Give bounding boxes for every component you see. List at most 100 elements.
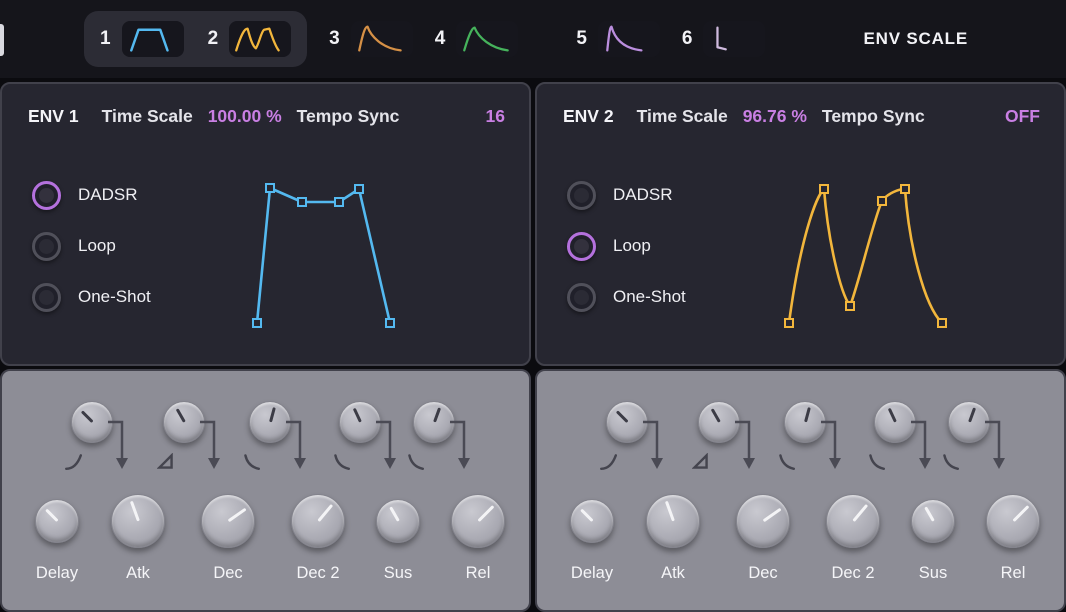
delay-knob[interactable] xyxy=(570,499,614,543)
delay-knob[interactable] xyxy=(35,499,79,543)
time-scale-label: Time Scale xyxy=(637,106,728,127)
env1-knob-panel: Delay Atk Dec Dec 2 Sus Rel xyxy=(0,369,531,612)
env-tab-1-number: 1 xyxy=(100,28,111,50)
radio-icon[interactable] xyxy=(32,232,61,261)
decay-knob-label: Dec xyxy=(748,564,777,583)
radio-icon[interactable] xyxy=(567,181,596,210)
active-env-tab-group: 1 2 xyxy=(84,11,307,67)
mode-one-shot-label: One-Shot xyxy=(613,287,686,307)
time-scale-value[interactable]: 100.00 % xyxy=(208,106,282,127)
env-tab-2-number: 2 xyxy=(208,28,219,50)
radio-icon[interactable] xyxy=(32,181,61,210)
mode-loop[interactable]: Loop xyxy=(32,231,151,261)
curve-shape-icon xyxy=(65,453,83,471)
curve-shape-icon xyxy=(600,453,618,471)
sustain-knob[interactable] xyxy=(911,499,955,543)
attack-knob-label: Atk xyxy=(661,564,685,583)
tempo-sync-label: Tempo Sync xyxy=(297,106,400,127)
mod-route-arrow-icon xyxy=(734,414,760,474)
env1-panel: ENV 1 Time Scale 100.00 % Tempo Sync 16 … xyxy=(0,82,531,612)
env2-curve-display[interactable] xyxy=(772,170,962,342)
curve-shape-icon xyxy=(692,453,710,471)
decay-knob[interactable] xyxy=(201,494,255,548)
env-tab-5[interactable]: 5 xyxy=(576,21,660,57)
env2-mode-selector: DADSR Loop One-Shot xyxy=(567,180,686,312)
env-scale-control[interactable]: ENV SCALE xyxy=(864,29,969,49)
mode-one-shot[interactable]: One-Shot xyxy=(567,282,686,312)
mod-route-arrow-icon xyxy=(820,414,846,474)
decay2-knob-label: Dec 2 xyxy=(296,564,339,583)
mode-dadsr[interactable]: DADSR xyxy=(32,180,151,210)
left-edge-handle[interactable] xyxy=(0,24,4,56)
env-4-thumbnail-icon xyxy=(456,21,518,57)
env1-curve-display[interactable] xyxy=(237,170,427,342)
radio-icon[interactable] xyxy=(567,232,596,261)
mode-loop-label: Loop xyxy=(78,236,116,256)
env-tab-bar: 1 2 3 4 5 6 xyxy=(0,0,1066,78)
decay2-knob[interactable] xyxy=(826,494,880,548)
attack-knob[interactable] xyxy=(646,494,700,548)
mode-loop[interactable]: Loop xyxy=(567,231,686,261)
attack-knob[interactable] xyxy=(111,494,165,548)
mode-dadsr-label: DADSR xyxy=(78,185,138,205)
mode-dadsr-label: DADSR xyxy=(613,185,673,205)
env-2-thumbnail-icon xyxy=(229,21,291,57)
env-tab-4[interactable]: 4 xyxy=(435,21,519,57)
env-tab-2[interactable]: 2 xyxy=(208,21,292,57)
release-knob[interactable] xyxy=(986,494,1040,548)
env-tab-4-number: 4 xyxy=(435,28,446,50)
decay2-knob[interactable] xyxy=(291,494,345,548)
env-tab-3-number: 3 xyxy=(329,28,340,50)
env1-header: ENV 1 Time Scale 100.00 % Tempo Sync 16 xyxy=(2,84,529,127)
env2-header: ENV 2 Time Scale 96.76 % Tempo Sync OFF xyxy=(537,84,1064,127)
mod-route-arrow-icon xyxy=(984,414,1010,474)
env2-knob-panel: Delay Atk Dec Dec 2 Sus Rel xyxy=(535,369,1066,612)
sustain-knob[interactable] xyxy=(376,499,420,543)
radio-icon[interactable] xyxy=(567,283,596,312)
env-3-thumbnail-icon xyxy=(351,21,413,57)
env-tab-1[interactable]: 1 xyxy=(100,21,184,57)
delay-knob-label: Delay xyxy=(36,564,78,583)
mode-loop-label: Loop xyxy=(613,236,651,256)
envelope-panels: ENV 1 Time Scale 100.00 % Tempo Sync 16 … xyxy=(0,82,1066,612)
curve-shape-icon xyxy=(333,453,351,471)
tempo-sync-label: Tempo Sync xyxy=(822,106,925,127)
curve-shape-icon xyxy=(243,453,261,471)
env-tab-strip: 1 2 3 4 5 6 xyxy=(0,11,1066,67)
env-tab-5-number: 5 xyxy=(576,28,587,50)
env1-editor-card: ENV 1 Time Scale 100.00 % Tempo Sync 16 … xyxy=(0,82,531,366)
env-5-thumbnail-icon xyxy=(598,21,660,57)
curve-shape-icon xyxy=(868,453,886,471)
time-scale-value[interactable]: 96.76 % xyxy=(743,106,807,127)
env-tab-6[interactable]: 6 xyxy=(682,21,766,57)
mode-one-shot-label: One-Shot xyxy=(78,287,151,307)
mode-dadsr[interactable]: DADSR xyxy=(567,180,686,210)
env-tab-3[interactable]: 3 xyxy=(329,21,413,57)
env2-panel: ENV 2 Time Scale 96.76 % Tempo Sync OFF … xyxy=(535,82,1066,612)
mod-route-arrow-icon xyxy=(642,414,668,474)
mod-route-arrow-icon xyxy=(910,414,936,474)
sustain-knob-label: Sus xyxy=(919,564,947,583)
env1-title: ENV 1 xyxy=(28,106,79,127)
tempo-sync-value[interactable]: 16 xyxy=(486,106,505,127)
curve-shape-icon xyxy=(157,453,175,471)
release-knob-label: Rel xyxy=(466,564,491,583)
env2-editor-card: ENV 2 Time Scale 96.76 % Tempo Sync OFF … xyxy=(535,82,1066,366)
tempo-sync-value[interactable]: OFF xyxy=(1005,106,1040,127)
env1-mode-selector: DADSR Loop One-Shot xyxy=(32,180,151,312)
mode-one-shot[interactable]: One-Shot xyxy=(32,282,151,312)
curve-shape-icon xyxy=(942,453,960,471)
env-6-thumbnail-icon xyxy=(703,21,765,57)
mod-route-arrow-icon xyxy=(449,414,475,474)
radio-icon[interactable] xyxy=(32,283,61,312)
env-1-thumbnail-icon xyxy=(122,21,184,57)
release-knob[interactable] xyxy=(451,494,505,548)
env-tab-6-number: 6 xyxy=(682,28,693,50)
mod-route-arrow-icon xyxy=(285,414,311,474)
env2-title: ENV 2 xyxy=(563,106,614,127)
curve-shape-icon xyxy=(407,453,425,471)
decay-knob[interactable] xyxy=(736,494,790,548)
attack-knob-label: Atk xyxy=(126,564,150,583)
decay2-knob-label: Dec 2 xyxy=(831,564,874,583)
mod-route-arrow-icon xyxy=(375,414,401,474)
